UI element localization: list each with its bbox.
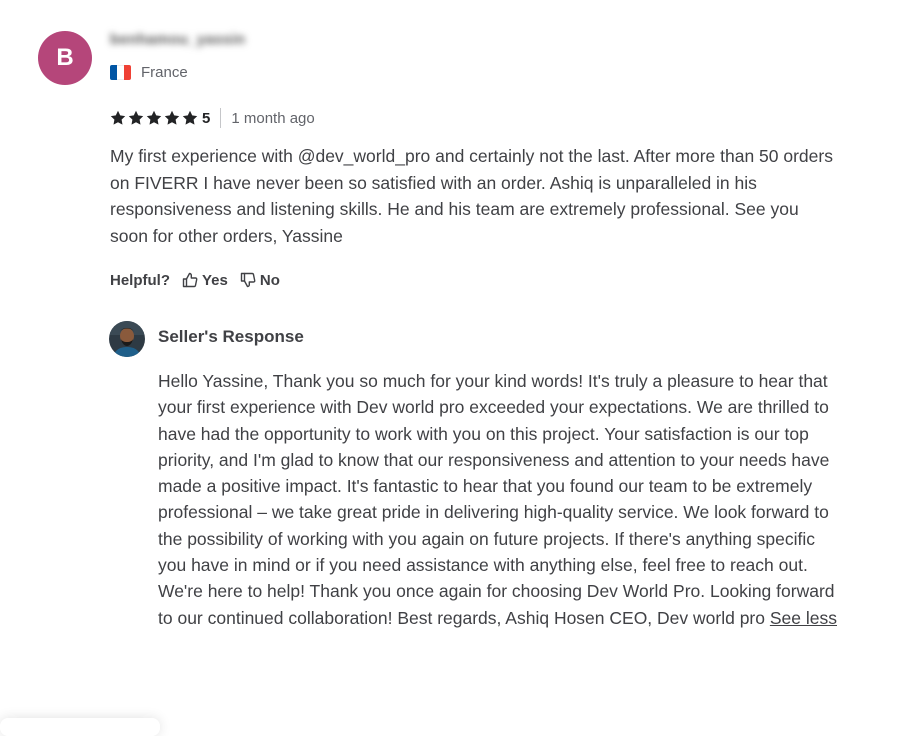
helpful-no-label: No [259, 271, 280, 289]
seller-response-title: Seller's Response [158, 327, 304, 346]
seller-avatar[interactable] [109, 321, 145, 357]
star-icon [164, 110, 180, 125]
star-icon [110, 110, 126, 125]
rating-divider [220, 108, 222, 128]
helpful-row: Helpful? Yes No [110, 269, 292, 291]
helpful-label: Helpful? [110, 271, 170, 289]
seller-photo [109, 321, 145, 357]
country-name: France [141, 64, 188, 81]
rating-row: 5 1 month ago [110, 107, 315, 129]
rating-value: 5 [202, 109, 211, 127]
star-icon [146, 110, 162, 125]
helpful-yes-label: Yes [202, 271, 228, 289]
review-text: My first experience with @dev_world_pro … [110, 146, 833, 246]
reviewer-avatar[interactable]: B [38, 31, 92, 85]
thumbs-down-icon [240, 272, 256, 288]
star-icon [182, 110, 198, 125]
seller-response-text: Hello Yassine, Thank you so much for you… [158, 368, 838, 631]
star-rating [110, 110, 198, 126]
france-flag-icon [110, 65, 131, 80]
helpful-yes-button[interactable]: Yes [182, 272, 228, 289]
see-less-link[interactable]: See less [770, 608, 837, 628]
review-time: 1 month ago [231, 109, 315, 127]
reviewer-initial: B [56, 44, 74, 71]
seller-response-body: Hello Yassine, Thank you so much for you… [158, 371, 835, 628]
reviewer-country: France [110, 64, 188, 81]
helpful-no-button[interactable]: No [240, 272, 280, 289]
thumbs-up-icon [182, 272, 198, 288]
star-icon [128, 110, 144, 125]
bottom-shadow [0, 718, 160, 736]
reviewer-username[interactable]: benhamou_yassin [110, 31, 245, 48]
